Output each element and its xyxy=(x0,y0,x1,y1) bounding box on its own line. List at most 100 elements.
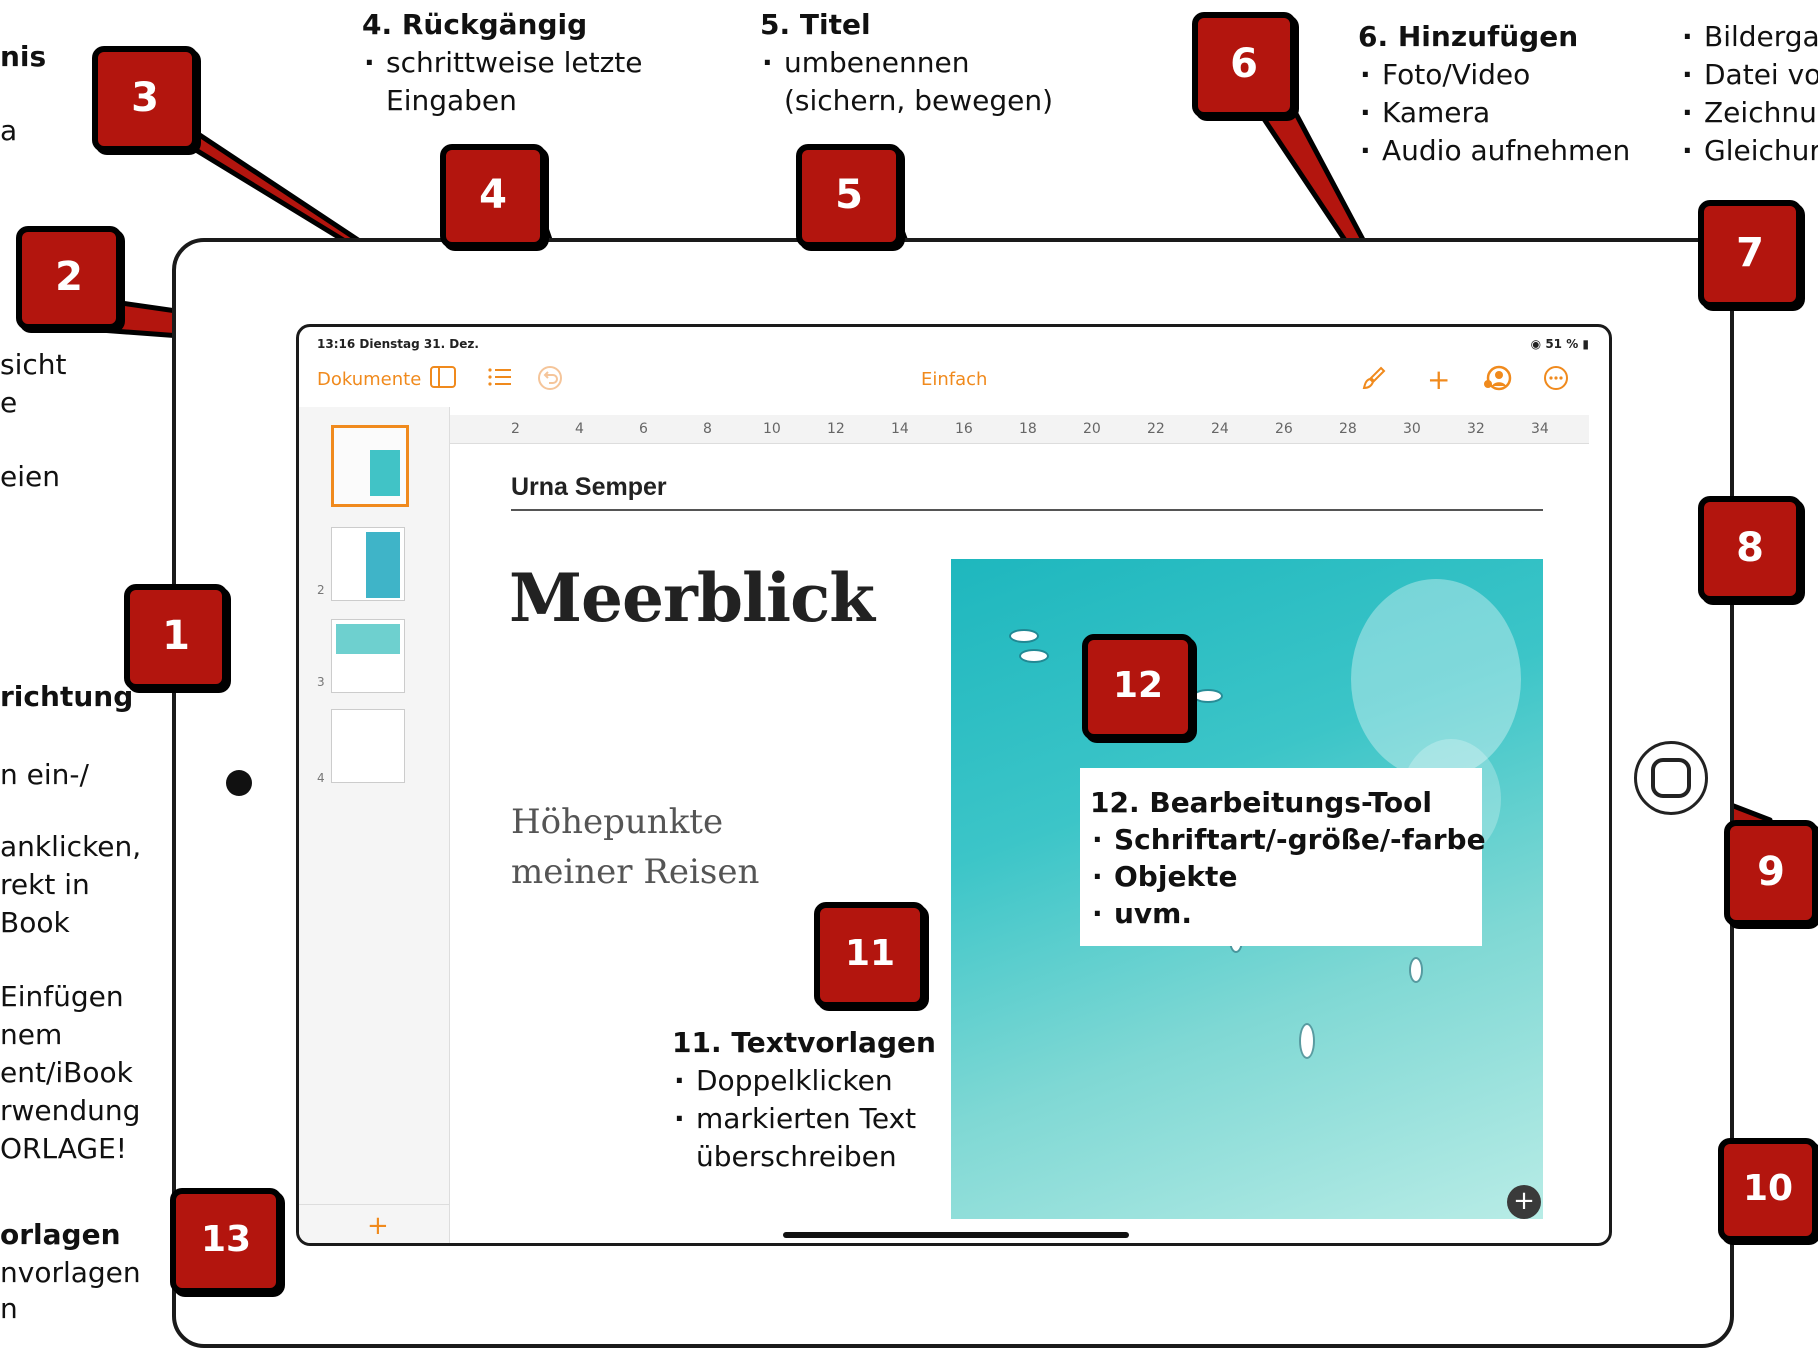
battery-indicator: ◉ 51 % ▮ xyxy=(1530,337,1589,351)
ruler-tick: 26 xyxy=(1275,421,1293,437)
left-text: n xyxy=(0,1292,18,1325)
annotation-add: 6. Hinzufügen Foto/Video Kamera Audio au… xyxy=(1358,18,1630,170)
page-thumb-4[interactable] xyxy=(331,709,405,783)
add-button[interactable]: + xyxy=(1427,363,1450,396)
ruler-tick: 4 xyxy=(575,421,584,437)
annotation-undo: 4. Rückgängig schrittweise letzte Eingab… xyxy=(362,6,642,120)
left-text: orlagen xyxy=(0,1218,121,1251)
annotation-heading: 11. Textvorlagen xyxy=(672,1026,936,1059)
annotation-item: Bilderga xyxy=(1680,18,1818,56)
callout-badge-8: 8 xyxy=(1698,496,1802,602)
ruler-tick: 10 xyxy=(763,421,781,437)
ruler-tick: 2 xyxy=(511,421,520,437)
annotation-heading: 5. Titel xyxy=(760,8,871,41)
more-icon[interactable] xyxy=(1543,365,1569,396)
left-text: n ein-/ xyxy=(0,758,89,791)
ruler-tick: 30 xyxy=(1403,421,1421,437)
annotation-heading: 12. Bearbeitungs-Tool xyxy=(1090,786,1432,819)
status-time: 13:16 Dienstag 31. Dez. xyxy=(317,337,479,351)
callout-badge-5: 5 xyxy=(796,144,902,248)
left-text: nvorlagen xyxy=(0,1256,141,1289)
page-thumb-2[interactable] xyxy=(331,527,405,601)
callout-badge-12: 12 xyxy=(1082,634,1194,740)
callout-badge-3: 3 xyxy=(92,46,198,152)
annotation-text-templates: 11. Textvorlagen Doppelklicken markierte… xyxy=(672,1024,936,1176)
page-number: 2 xyxy=(317,583,325,597)
page-number: 4 xyxy=(317,771,325,785)
ruler-tick: 22 xyxy=(1147,421,1165,437)
page-thumb-1[interactable] xyxy=(331,425,409,507)
left-text: Book xyxy=(0,906,70,939)
ruler-tick: 32 xyxy=(1467,421,1485,437)
left-text: anklicken, xyxy=(0,830,142,863)
annotation-item: überschreiben xyxy=(696,1140,897,1173)
undo-icon[interactable] xyxy=(537,365,563,396)
callout-badge-4: 4 xyxy=(440,144,546,248)
annotation-item: markierten Text xyxy=(672,1100,936,1138)
annotation-heading: 4. Rückgängig xyxy=(362,8,588,41)
subtitle-line: Höhepunkte xyxy=(511,802,724,842)
left-text: rekt in xyxy=(0,868,90,901)
annotation-item: Doppelklicken xyxy=(672,1062,936,1100)
annotation-item: Objekte xyxy=(1090,858,1486,895)
annotation-title: 5. Titel umbenennen (sichern, bewegen) xyxy=(760,6,1053,120)
ruler-tick: 16 xyxy=(955,421,973,437)
list-icon[interactable] xyxy=(487,365,513,394)
annotation-item: uvm. xyxy=(1090,895,1486,932)
page-subtitle[interactable]: Höhepunkte meiner Reisen xyxy=(511,797,759,897)
annotation-item: Datei vo xyxy=(1680,56,1818,94)
add-page-button[interactable]: + xyxy=(299,1204,449,1243)
sidebar-toggle-icon[interactable] xyxy=(429,365,457,394)
annotation-item: Schriftart/-größe/-farbe xyxy=(1090,821,1486,858)
collaborate-icon[interactable] xyxy=(1483,365,1513,396)
page-author[interactable]: Urna Semper xyxy=(511,473,667,502)
left-text: e xyxy=(0,386,18,419)
callout-badge-7: 7 xyxy=(1698,200,1802,308)
status-bar: 13:16 Dienstag 31. Dez. ◉ 51 % ▮ xyxy=(299,333,1609,355)
ruler-tick: 12 xyxy=(827,421,845,437)
left-text: ent/iBook xyxy=(0,1056,133,1089)
page-thumb-3[interactable] xyxy=(331,619,405,693)
home-indicator xyxy=(783,1232,1129,1238)
document-title[interactable]: Einfach xyxy=(921,369,987,390)
callout-badge-10: 10 xyxy=(1718,1138,1818,1242)
page-title[interactable]: Meerblick xyxy=(509,559,875,637)
callout-badge-6: 6 xyxy=(1192,12,1296,118)
left-text: ORLAGE! xyxy=(0,1132,128,1165)
ruler-tick: 14 xyxy=(891,421,909,437)
page-number: 3 xyxy=(317,675,325,689)
subtitle-line: meiner Reisen xyxy=(511,852,760,892)
callout-badge-11: 11 xyxy=(814,902,926,1008)
left-text: eien xyxy=(0,460,60,493)
callout-badge-1: 1 xyxy=(124,584,228,690)
left-text: Einfügen xyxy=(0,980,124,1013)
annotation-heading: 6. Hinzufügen xyxy=(1358,20,1579,53)
annotation-item: (sichern, bewegen) xyxy=(784,84,1054,117)
page-thumbnails-sidebar: 2 3 4 + xyxy=(299,407,450,1243)
ruler-tick: 6 xyxy=(639,421,648,437)
annotation-item: Kamera xyxy=(1358,94,1630,132)
home-button[interactable] xyxy=(1634,741,1708,815)
ruler-tick: 28 xyxy=(1339,421,1357,437)
plus-icon: + xyxy=(367,1211,389,1241)
ruler-tick: 18 xyxy=(1019,421,1037,437)
left-text: sicht xyxy=(0,348,67,381)
ruler[interactable]: 2 4 6 8 10 12 14 16 18 20 22 24 26 28 30… xyxy=(449,415,1589,444)
documents-button[interactable]: Dokumente xyxy=(317,369,421,390)
ruler-tick: 8 xyxy=(703,421,712,437)
annotation-item: schrittweise letzte xyxy=(362,44,642,82)
ruler-tick: 34 xyxy=(1531,421,1549,437)
photo-add-icon[interactable]: + xyxy=(1507,1185,1541,1219)
annotation-edit-tool: 12. Bearbeitungs-Tool Schriftart/-größe/… xyxy=(1090,784,1486,932)
ruler-tick: 20 xyxy=(1083,421,1101,437)
annotation-item: Audio aufnehmen xyxy=(1358,132,1630,170)
divider xyxy=(511,509,1543,511)
callout-badge-2: 2 xyxy=(16,226,122,330)
annotation-add-more: Bilderga Datei vo Zeichnu Gleichur xyxy=(1680,18,1818,170)
ruler-tick: 24 xyxy=(1211,421,1229,437)
annotation-item: Gleichur xyxy=(1680,132,1818,170)
camera-dot xyxy=(226,770,252,796)
left-text: rwendung xyxy=(0,1094,141,1127)
paintbrush-icon[interactable] xyxy=(1361,365,1387,396)
callout-badge-9: 9 xyxy=(1724,820,1818,926)
